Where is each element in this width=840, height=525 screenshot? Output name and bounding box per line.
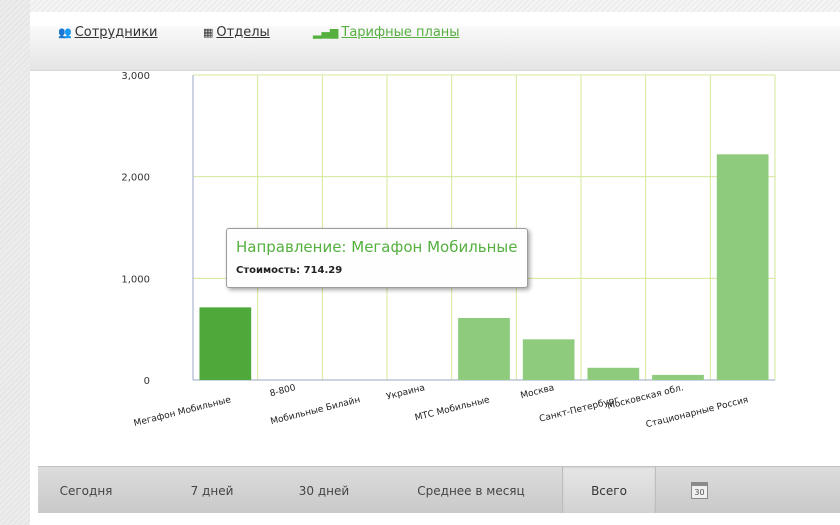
bar [587,367,640,380]
y-tick-label: 1,000 [121,274,150,285]
tooltip-value: Стоимость: 714.29 [236,265,343,276]
bar [199,307,252,380]
bar [522,339,575,380]
range-today-button[interactable]: Сегодня [38,467,134,513]
x-tick-label: Мегафон Мобильные [133,395,233,429]
x-tick-label: Стационарные Россия [645,395,749,430]
y-tick-label: 2,000 [121,173,150,184]
x-tick-label: Мобильные Билайн [270,395,362,427]
range-30-days-button[interactable]: 30 дней [276,467,372,513]
range-monthly-average-button[interactable]: Среднее в месяц [396,467,546,513]
bar [652,374,704,380]
y-tick-label: 0 [144,376,150,387]
x-tick-label: МТС Мобильные [414,395,491,423]
x-tick-label: 8-800 [269,383,297,399]
tooltip-title: Направление: Мегафон Мобильные [236,238,518,256]
x-tick-label: Украина [385,383,426,402]
bar [458,317,510,380]
range-selector: Сегодня 7 дней 30 дней Среднее в месяц В… [38,466,840,513]
calendar-icon[interactable]: 30 [691,482,708,499]
range-total-button[interactable]: Всего [562,467,656,513]
x-tick-label: Москва [520,383,556,401]
range-7-days-button[interactable]: 7 дней [164,467,260,513]
bar [716,154,769,380]
chart-tooltip: Направление: Мегафон Мобильные Стоимость… [226,228,528,288]
y-tick-label: 3,000 [121,71,150,82]
